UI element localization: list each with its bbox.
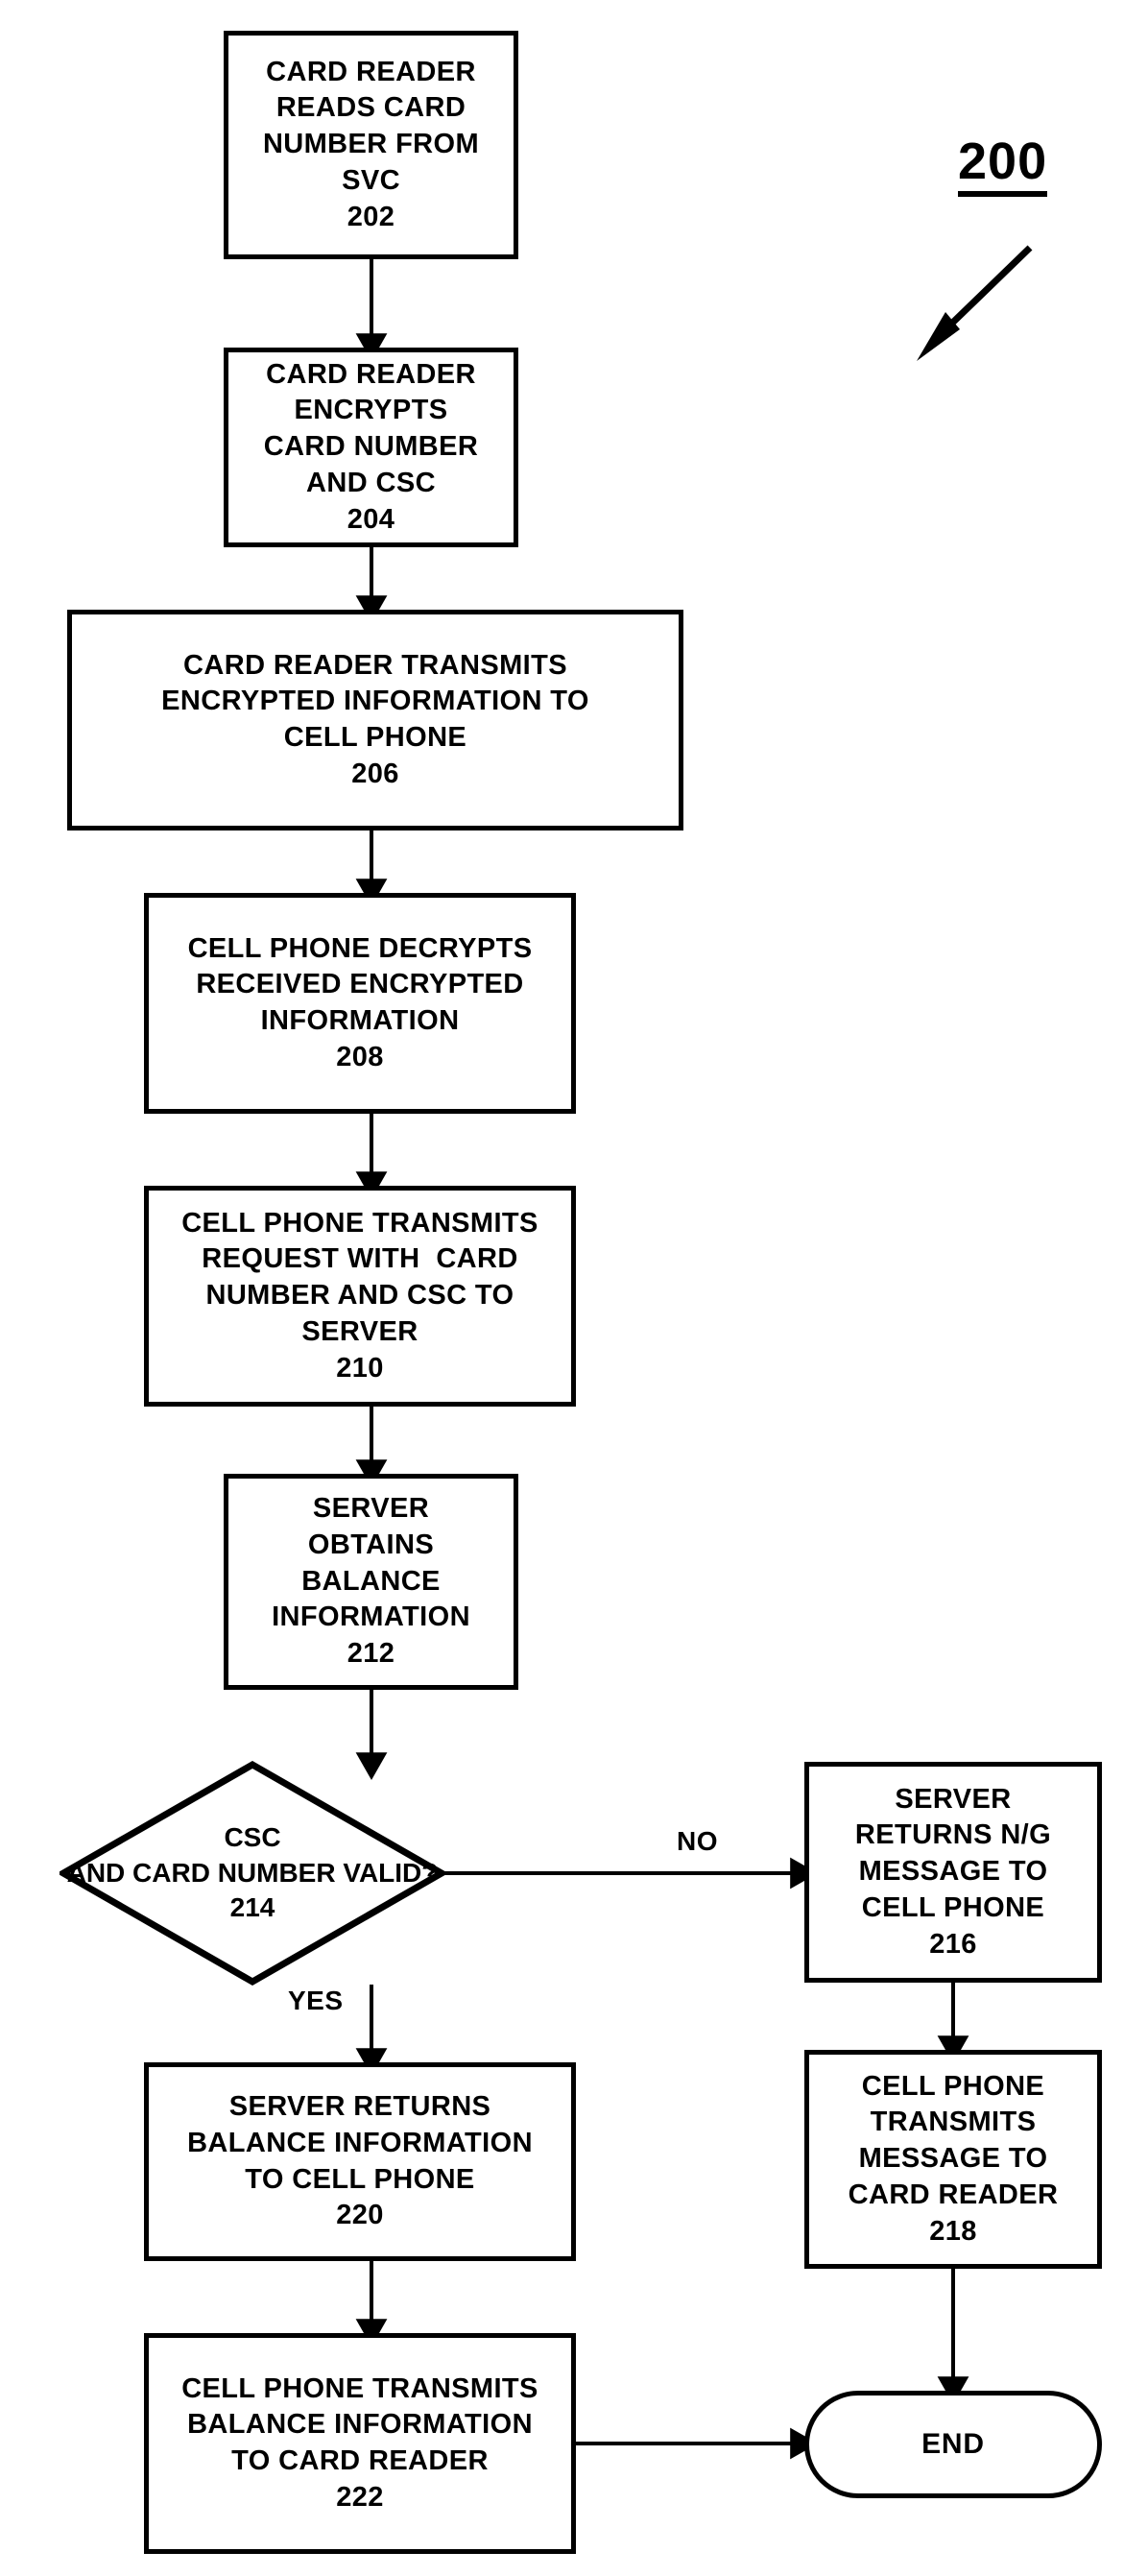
node-202-line-3: SVC bbox=[342, 164, 400, 196]
node-208[interactable]: CELL PHONE DECRYPTS RECEIVED ENCRYPTED I… bbox=[144, 893, 576, 1114]
node-206[interactable]: CARD READER TRANSMITS ENCRYPTED INFORMAT… bbox=[67, 610, 683, 831]
node-222-line-1: BALANCE INFORMATION bbox=[187, 2409, 533, 2441]
node-218-line-1: TRANSMITS bbox=[870, 2107, 1037, 2138]
node-208-line-2: INFORMATION bbox=[260, 1005, 460, 1036]
branch-label-yes: YES bbox=[288, 1986, 344, 2015]
node-206-line-2: CELL PHONE bbox=[283, 722, 467, 753]
node-end-label: END bbox=[921, 2428, 985, 2460]
node-216[interactable]: SERVER RETURNS N/G MESSAGE TO CELL PHONE… bbox=[804, 1762, 1102, 1983]
figure-leader-arrow bbox=[917, 245, 1033, 361]
flowchart-canvas: 200 CARD READER READS CARD NUMBER FROM S… bbox=[0, 0, 1124, 2576]
node-216-line-2: MESSAGE TO bbox=[858, 1856, 1048, 1888]
node-222-line-0: CELL PHONE TRANSMITS bbox=[181, 2372, 538, 2404]
node-212-line-0: SERVER bbox=[312, 1493, 430, 1525]
node-212-id: 212 bbox=[347, 1638, 395, 1670]
node-204-line-0: CARD READER bbox=[266, 358, 476, 390]
diamond-shape bbox=[60, 1761, 445, 1986]
node-222[interactable]: CELL PHONE TRANSMITS BALANCE INFORMATION… bbox=[144, 2333, 576, 2554]
node-202-line-2: NUMBER FROM bbox=[262, 129, 480, 160]
node-208-id: 208 bbox=[336, 1041, 384, 1072]
node-218-line-2: MESSAGE TO bbox=[858, 2143, 1048, 2175]
node-210-line-2: NUMBER AND CSC TO bbox=[205, 1280, 514, 1312]
node-216-line-0: SERVER bbox=[895, 1783, 1012, 1815]
node-206-line-1: ENCRYPTED INFORMATION TO bbox=[161, 686, 589, 717]
node-204-id: 204 bbox=[347, 503, 395, 535]
node-212-line-1: OBTAINS bbox=[307, 1529, 435, 1560]
node-216-line-1: RETURNS N/G bbox=[854, 1819, 1052, 1851]
node-end[interactable]: END bbox=[804, 2391, 1102, 2498]
node-220-id: 220 bbox=[336, 2200, 384, 2231]
node-206-id: 206 bbox=[351, 758, 399, 789]
node-204-line-2: CARD NUMBER bbox=[263, 431, 479, 463]
node-210[interactable]: CELL PHONE TRANSMITS REQUEST WITH CARD N… bbox=[144, 1186, 576, 1407]
figure-number: 200 bbox=[958, 134, 1048, 197]
node-202-line-0: CARD READER bbox=[266, 56, 476, 87]
node-222-id: 222 bbox=[336, 2481, 384, 2513]
node-212-line-3: INFORMATION bbox=[272, 1601, 470, 1633]
node-220-line-2: TO CELL PHONE bbox=[245, 2163, 475, 2195]
node-208-line-0: CELL PHONE DECRYPTS bbox=[187, 932, 533, 964]
node-208-line-1: RECEIVED ENCRYPTED bbox=[196, 969, 524, 1000]
node-202-id: 202 bbox=[347, 201, 395, 232]
node-214[interactable]: CSC AND CARD NUMBER VALID? 214 bbox=[60, 1761, 445, 1986]
node-210-id: 210 bbox=[336, 1352, 384, 1384]
branch-label-no: NO bbox=[677, 1826, 718, 1856]
node-220-line-0: SERVER RETURNS bbox=[228, 2091, 491, 2123]
node-222-line-2: TO CARD READER bbox=[231, 2445, 489, 2476]
node-210-line-0: CELL PHONE TRANSMITS bbox=[181, 1207, 538, 1239]
node-220-line-1: BALANCE INFORMATION bbox=[187, 2127, 533, 2158]
node-212-line-2: BALANCE bbox=[301, 1565, 441, 1597]
node-204[interactable]: CARD READER ENCRYPTS CARD NUMBER AND CSC… bbox=[224, 348, 518, 547]
node-202-line-1: READS CARD bbox=[275, 92, 466, 124]
node-202[interactable]: CARD READER READS CARD NUMBER FROM SVC 2… bbox=[224, 31, 518, 259]
node-210-line-1: REQUEST WITH CARD bbox=[202, 1243, 518, 1275]
node-212[interactable]: SERVER OBTAINS BALANCE INFORMATION 212 bbox=[224, 1474, 518, 1690]
node-216-line-3: CELL PHONE bbox=[861, 1891, 1045, 1923]
node-218-id: 218 bbox=[929, 2215, 977, 2247]
node-218-line-3: CARD READER bbox=[848, 2179, 1059, 2210]
node-218-line-0: CELL PHONE bbox=[861, 2070, 1045, 2102]
node-216-id: 216 bbox=[929, 1928, 977, 1960]
node-218[interactable]: CELL PHONE TRANSMITS MESSAGE TO CARD REA… bbox=[804, 2050, 1102, 2269]
node-210-line-3: SERVER bbox=[301, 1315, 419, 1347]
node-204-line-1: ENCRYPTS bbox=[294, 395, 448, 426]
node-220[interactable]: SERVER RETURNS BALANCE INFORMATION TO CE… bbox=[144, 2062, 576, 2261]
node-206-line-0: CARD READER TRANSMITS bbox=[183, 649, 567, 681]
node-204-line-3: AND CSC bbox=[306, 467, 436, 498]
